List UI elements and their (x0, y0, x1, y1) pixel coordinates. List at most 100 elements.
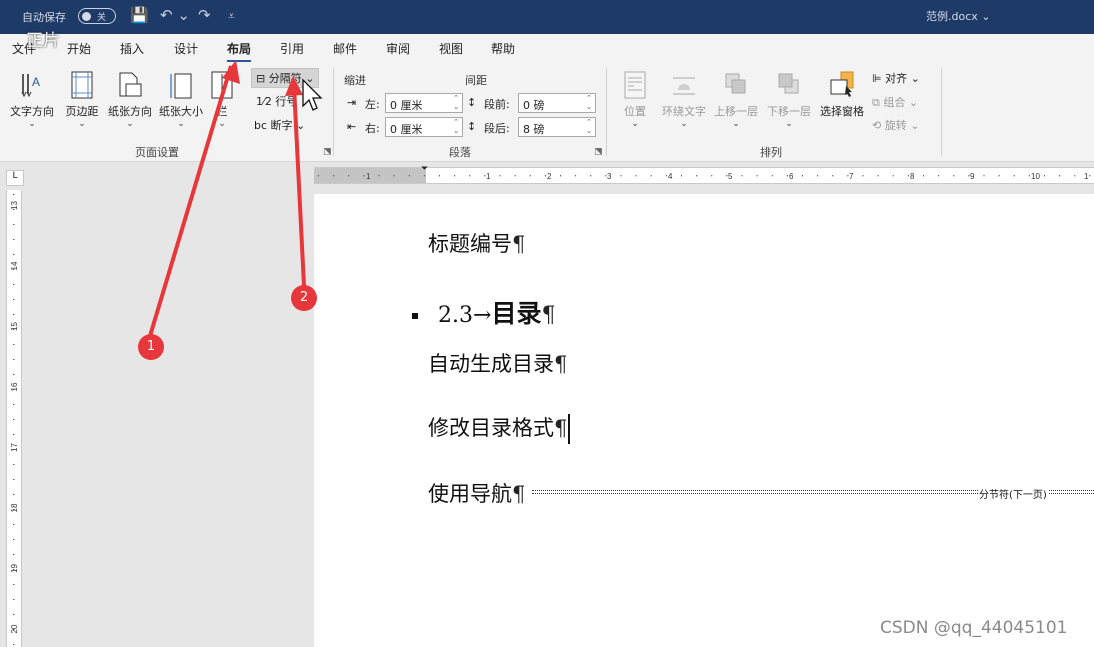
document-filename[interactable]: 范例.docx ⌄ (926, 8, 990, 24)
ruler-row: L 11123456789101 ⏷ (0, 162, 1094, 186)
send-backward-button[interactable]: 下移一层 ⌄ (762, 66, 816, 129)
line-numbers-label: 行号 (275, 95, 298, 108)
paragraph-modify-toc[interactable]: 修改目录格式¶ (428, 412, 567, 442)
tab-references[interactable]: 引用 (280, 40, 304, 57)
tab-insert[interactable]: 插入 (120, 40, 144, 57)
ruler-tick (756, 175, 758, 177)
spacing-before-input[interactable]: 0 磅 ⌃ ⌄ (518, 93, 596, 113)
rotate-button[interactable]: ⟲ 旋转 ⌄ (872, 117, 919, 133)
selection-pane-button[interactable]: 选择窗格 (815, 66, 869, 119)
columns-button[interactable]: 栏 ⌄ (204, 66, 240, 129)
paragraph-navigation[interactable]: 使用导航¶ (428, 478, 525, 508)
hyphenation-button[interactable]: bc 断字 ⌄ (254, 117, 305, 133)
spacing-after-input[interactable]: 8 磅 ⌃ ⌄ (518, 117, 596, 137)
spin-arrows-icon[interactable]: ⌃ ⌄ (453, 94, 459, 112)
group-divider (333, 68, 334, 156)
position-button[interactable]: 位置 ⌄ (612, 66, 658, 129)
ruler-tick (13, 614, 15, 615)
ribbon-tabs: 文件 开始 插入 设计 布局 引用 邮件 审阅 视图 帮助 (0, 34, 1094, 63)
ruler-tick (741, 175, 743, 177)
margins-button[interactable]: 页边距 ⌄ (56, 66, 108, 129)
paragraph-heading-numbering[interactable]: 标题编号¶ (428, 228, 525, 258)
spin-arrows-icon[interactable]: ⌃ ⌄ (586, 94, 592, 112)
ruler-tick (13, 479, 15, 480)
ruler-tick (665, 175, 667, 177)
ruler-tick (696, 175, 698, 177)
ruler-number: 6 (789, 172, 794, 181)
ruler-number: 17 (10, 443, 19, 452)
tab-layout[interactable]: 布局 (227, 40, 252, 63)
ruler-tick (318, 175, 319, 177)
bring-forward-label: 上移一层 (714, 105, 758, 118)
bring-forward-button[interactable]: 上移一层 ⌄ (709, 66, 763, 129)
indent-right-icon: ⇤ (347, 120, 357, 133)
ruler-tick (560, 175, 561, 177)
tab-selector[interactable]: L (6, 170, 24, 186)
ruler-number: 19 (10, 564, 19, 573)
save-icon[interactable]: 💾 (130, 6, 149, 24)
tab-design[interactable]: 设计 (174, 40, 198, 57)
line-numbers-button[interactable]: 1⁄2 行号 (256, 93, 297, 109)
send-backward-label: 下移一层 (767, 105, 811, 118)
text-caret (568, 414, 570, 444)
indent-marker-icon[interactable]: ⏷ (421, 164, 428, 174)
indent-heading: 缩进 (344, 74, 366, 87)
ruler-number: 16 (10, 382, 19, 391)
tab-view[interactable]: 视图 (439, 40, 463, 57)
watermark: CSDN @qq_44045101 (880, 618, 1068, 638)
ruler-tick (13, 584, 15, 585)
page-setup-launcher-icon[interactable]: ⬔ (323, 147, 332, 157)
orientation-button[interactable]: 纸张方向 ⌄ (104, 66, 156, 129)
autosave-toggle[interactable]: 关 (78, 8, 116, 24)
pilcrow-mark: ¶ (512, 232, 526, 256)
paragraph-launcher-icon[interactable]: ⬔ (594, 147, 603, 157)
line-numbers-icon: 1⁄2 (256, 95, 276, 108)
undo-icon[interactable]: ↶ ⌄ (160, 6, 190, 24)
customize-quick-access-icon[interactable]: ⩡ (228, 9, 235, 24)
ruler-tick (333, 175, 335, 177)
ruler-number: 1 (486, 172, 491, 181)
wrap-text-button[interactable]: 环绕文字 ⌄ (656, 66, 712, 129)
page-setup-group-label: 页面设置 (135, 146, 179, 159)
align-button[interactable]: ⊫ 对齐 ⌄ (872, 70, 920, 86)
tab-home[interactable]: 开始 (67, 40, 91, 57)
spin-arrows-icon[interactable]: ⌃ ⌄ (453, 118, 459, 136)
heading-bullet-icon (412, 313, 418, 319)
columns-label: 栏 (216, 105, 228, 118)
redo-icon[interactable]: ↷ (198, 6, 211, 24)
orientation-label: 纸张方向 (108, 105, 152, 118)
ruler-tick (1059, 175, 1061, 177)
group-objects-button[interactable]: ⧉ 组合 ⌄ (872, 94, 918, 110)
indent-right-input[interactable]: 0 厘米 ⌃ ⌄ (385, 117, 463, 137)
size-button[interactable]: 纸张大小 ⌄ (155, 66, 207, 129)
horizontal-ruler[interactable]: 11123456789101 ⏷ (314, 164, 1094, 184)
document-page[interactable]: 标题编号¶ 2.3→目录¶ 自动生成目录¶ 修改目录格式¶ 使用导航¶ 分节符(… (314, 194, 1094, 647)
breaks-button[interactable]: ⊟ 分隔符 ⌄ (251, 68, 320, 88)
ruler-tick (393, 175, 395, 177)
ruler-tick (13, 494, 15, 495)
text-direction-button[interactable]: A 文字方向 ⌄ (6, 66, 58, 129)
ruler-number: 4 (668, 172, 673, 181)
indent-right-value: 0 厘米 (390, 123, 423, 136)
chevron-down-icon: ⌄ (732, 119, 740, 129)
ruler-tick (348, 175, 350, 177)
vertical-ruler[interactable]: 13 14 15 16 17 18 19 20 (6, 190, 22, 647)
spacing-after-value: 8 磅 (523, 123, 545, 136)
spin-arrows-icon[interactable]: ⌃ ⌄ (586, 118, 592, 136)
tab-help[interactable]: 帮助 (491, 40, 515, 57)
ruler-number: 1 (366, 172, 371, 181)
autosave-state: 关 (97, 13, 107, 23)
video-overlay-caption: 正片 (26, 31, 60, 51)
ruler-tick (13, 374, 15, 375)
tab-review[interactable]: 审阅 (386, 40, 410, 57)
indent-left-input[interactable]: 0 厘米 ⌃ ⌄ (385, 93, 463, 113)
paragraph-auto-toc[interactable]: 自动生成目录¶ (428, 348, 567, 378)
ruler-number: 10 (1031, 172, 1040, 181)
ruler-tick (983, 175, 985, 177)
margins-label: 页边距 (65, 105, 99, 118)
selection-pane-label: 选择窗格 (820, 105, 864, 118)
tab-mailings[interactable]: 邮件 (333, 40, 357, 57)
selection-pane-icon (830, 71, 854, 97)
ruler-tick (13, 539, 15, 540)
heading-2-3[interactable]: 2.3→目录¶ (412, 294, 555, 330)
